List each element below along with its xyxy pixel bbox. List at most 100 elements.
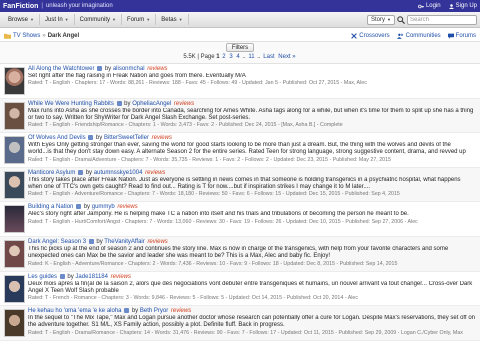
breadcrumb-tv-shows[interactable]: TV Shows (13, 33, 40, 39)
story-title-link[interactable]: While We Were Hunting Rabbits (28, 101, 114, 107)
story-summary: Set right after the flag raising in Frea… (28, 73, 246, 79)
user-icon (448, 3, 454, 9)
nav-browse-label: Browse (8, 16, 29, 23)
nav-just-in[interactable]: Just In ▼ (40, 14, 75, 25)
story-cover-image[interactable] (4, 101, 25, 130)
story-reviews-link[interactable]: reviews (174, 101, 194, 107)
story-summary: Alec's story right after Jampony. He is … (28, 211, 409, 218)
nav-browse[interactable]: Browse ▼ (3, 14, 40, 25)
story-item: Building a Nation by gummyb reviews Alec… (0, 202, 480, 237)
login-label: Login (425, 3, 441, 9)
filter-bar: Filters 5.5K | Page 1 2 3 4 .. 11 .. Las… (0, 41, 480, 64)
story-title-link[interactable]: Manticore Asylum (28, 170, 75, 176)
story-item: Les guides by Jade181184 reviews Deux mo… (0, 272, 480, 307)
story-item: He kehau ho 'oma 'ema 'e ke aloha by Bet… (0, 306, 480, 341)
site-logo[interactable]: FanFiction (3, 3, 38, 10)
story-cover-image[interactable] (4, 170, 25, 199)
signup-link[interactable]: Sign Up (448, 3, 477, 9)
pagination: 5.5K | Page 1 2 3 4 .. 11 .. Last Next » (183, 54, 296, 60)
next-page-link[interactable]: Next » (278, 54, 295, 60)
story-author-link[interactable]: alisonmchal (113, 66, 145, 72)
search-input[interactable] (407, 14, 477, 25)
current-page: 1 (216, 54, 220, 60)
story-summary: Max runs into Asha as she crosses the bo… (28, 107, 474, 121)
story-meta: Rated: T - French - Romance - Chapters: … (28, 295, 359, 302)
story-reviews-link[interactable]: reviews (111, 274, 131, 280)
breadcrumb: TV Shows » Dark Angel Crossovers Communi… (0, 30, 480, 41)
page-label: Page (200, 54, 215, 60)
filters-button[interactable]: Filters (225, 43, 255, 52)
nav-bar: Browse ▼ Just In ▼ Community ▼ Forum ▼ B… (0, 12, 480, 28)
book-icon (59, 273, 65, 279)
story-count: 5.5K (183, 54, 196, 60)
story-item: Dark Angel: Season 3 by TheVanityAffair … (0, 236, 480, 272)
chat-bubble-icon (447, 33, 454, 39)
story-item: Manticore Asylum by autumnsskye1004 revi… (0, 167, 480, 203)
story-summary: In the sequel to "The Mix Tape," Max and… (28, 315, 475, 329)
story-reviews-link[interactable]: reviews (152, 135, 172, 141)
search-type-select[interactable]: Story ▼ (367, 14, 395, 25)
top-bar: FanFiction | unleash your imagination Lo… (0, 0, 480, 12)
story-meta: Rated: K - English - Adventure/Romance -… (28, 260, 398, 267)
book-icon (78, 169, 84, 175)
story-meta: Rated: T - English - Drama/Romance - Cha… (28, 329, 463, 336)
story-item: All Along the Watchtower by alisonmchal … (0, 64, 480, 99)
story-cover-image[interactable] (4, 239, 25, 268)
nav-community[interactable]: Community ▼ (75, 14, 122, 25)
chevron-down-icon: ▼ (111, 17, 116, 22)
login-link[interactable]: Login (417, 3, 441, 9)
site-tagline: unleash your imagination (45, 3, 113, 9)
story-reviews-link[interactable]: reviews (147, 66, 167, 72)
story-author-link[interactable]: Beth Pryor (140, 308, 168, 314)
story-cover-image[interactable] (4, 136, 25, 165)
story-meta: Rated: T - English - Hurt/Comfort/Angst … (28, 218, 418, 225)
nav-forum[interactable]: Forum ▼ (122, 14, 157, 25)
story-title-link[interactable]: He kehau ho 'oma 'ema 'e ke aloha (28, 308, 122, 314)
story-author-link[interactable]: Jade181184 (75, 274, 108, 280)
story-reviews-link[interactable]: reviews (117, 204, 137, 210)
story-title-link[interactable]: Dark Angel: Season 3 (28, 239, 86, 245)
story-title-link[interactable]: Of Wolves And Devils (28, 135, 86, 141)
story-summary: Deux mois après la fin(al de la saison 2… (28, 280, 473, 294)
story-title-link[interactable]: All Along the Watchtower (28, 66, 94, 72)
chevron-down-icon: ▼ (387, 17, 391, 22)
communities-link[interactable]: Communities (396, 33, 441, 39)
book-icon (124, 308, 130, 314)
story-summary: This fic picks up at the end of season 2… (28, 245, 449, 260)
story-author-link[interactable]: BitterSweetTeller (104, 135, 149, 141)
story-title-link[interactable]: Building a Nation (28, 204, 73, 210)
signup-label: Sign Up (455, 3, 477, 9)
story-cover-image[interactable] (4, 309, 25, 338)
story-cover-image[interactable] (4, 205, 25, 234)
nav-community-label: Community (79, 16, 110, 23)
story-cover-image[interactable] (4, 274, 25, 303)
page-link-4[interactable]: 4 (236, 54, 239, 60)
search-icon[interactable] (397, 15, 405, 24)
category-links: Crossovers Communities Forums (351, 33, 476, 39)
story-author-link[interactable]: autumnsskye1004 (94, 170, 143, 176)
nav-just-in-label: Just In (44, 16, 63, 23)
story-meta: Rated: T - English - Friendship/Romance … (28, 122, 343, 129)
book-icon (88, 135, 94, 141)
story-author-link[interactable]: gummyb (92, 204, 115, 210)
crossovers-link[interactable]: Crossovers (351, 33, 390, 39)
chevron-down-icon: ▼ (178, 17, 183, 22)
story-author-link[interactable]: TheVanityAffair (104, 239, 144, 245)
key-icon (417, 4, 424, 8)
page-link-3[interactable]: 3 (229, 54, 232, 60)
story-reviews-link[interactable]: reviews (171, 308, 191, 314)
story-cover-image[interactable] (4, 67, 25, 95)
last-page-link[interactable]: Last (263, 54, 274, 60)
story-reviews-link[interactable]: reviews (145, 170, 165, 176)
story-reviews-link[interactable]: reviews (147, 239, 167, 245)
page-link-11[interactable]: 11 (248, 54, 254, 60)
story-item: Of Wolves And Devils by BitterSweetTelle… (0, 133, 480, 168)
forums-link[interactable]: Forums (447, 33, 476, 39)
book-icon (76, 204, 82, 210)
page-link-2[interactable]: 2 (222, 54, 225, 60)
chevron-down-icon: ▼ (64, 17, 69, 22)
nav-betas[interactable]: Betas ▼ (156, 14, 189, 25)
story-summary: With Eyes Only getting stronger than eve… (28, 142, 466, 157)
story-title-link[interactable]: Les guides (28, 274, 57, 280)
story-author-link[interactable]: OpheliacAngel (132, 101, 171, 107)
